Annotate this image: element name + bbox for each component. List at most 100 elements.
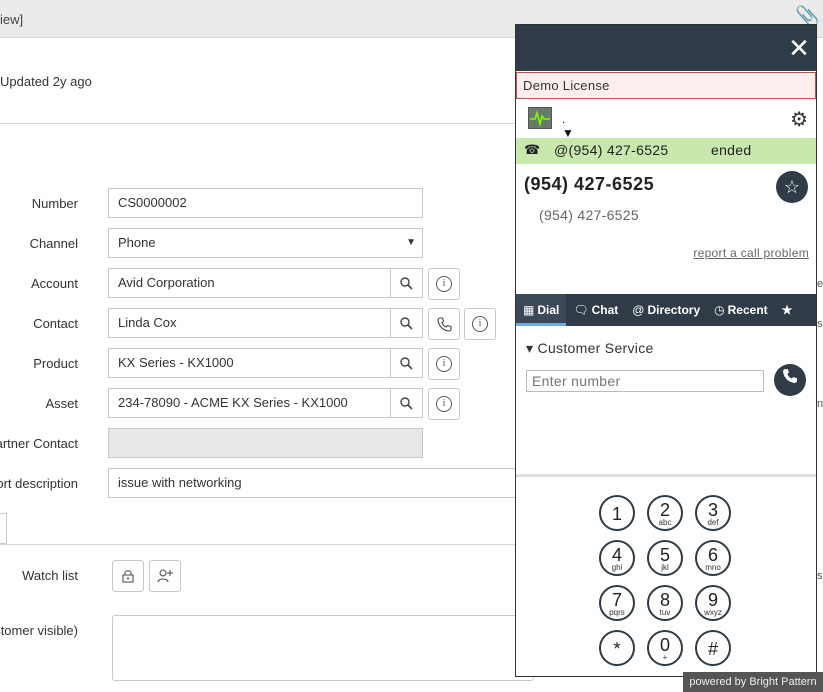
status-indicator: . (562, 112, 566, 126)
phone-icon (436, 316, 452, 332)
info-icon: i (436, 356, 452, 372)
info-icon: i (436, 396, 452, 412)
search-icon (400, 396, 413, 410)
key-letters: ghi (611, 563, 623, 572)
add-user-icon (157, 569, 173, 583)
gear-icon[interactable]: ⚙ (790, 107, 808, 132)
account-info-button[interactable]: i (428, 268, 460, 300)
phone-icon (783, 369, 797, 383)
breadcrumb: iew] (0, 12, 24, 27)
cut-text: s (817, 570, 823, 582)
service-selector[interactable]: ▾ Customer Service (526, 340, 654, 357)
comments-textarea[interactable] (112, 615, 534, 681)
close-icon[interactable]: ✕ (786, 35, 812, 61)
status-dropdown[interactable]: . ▼ (562, 112, 574, 140)
search-icon (400, 316, 413, 330)
short-description-label: ort description (0, 476, 78, 491)
comments-label: ustomer visible) (0, 623, 78, 638)
at-icon: @ (632, 303, 645, 317)
tab-chat[interactable]: 🗨 Chat (566, 294, 625, 326)
divider (0, 544, 540, 545)
contact-call-button[interactable] (428, 308, 460, 340)
contact-lookup-button[interactable] (390, 308, 423, 338)
call-status-row[interactable]: ☎ @(954) 427-6525 ended (516, 138, 816, 164)
account-field[interactable]: Avid Corporation (108, 268, 391, 298)
key-digit: 6 (707, 545, 718, 565)
caller-number: (954) 427-6525 (524, 174, 655, 194)
key-digit: 7 (611, 590, 622, 610)
key-digit: 4 (611, 545, 622, 565)
key-digit: 8 (659, 590, 670, 610)
watch-list-label: Watch list (22, 568, 78, 583)
tab-recent[interactable]: ◷ Recent (707, 294, 775, 326)
tab-directory[interactable]: @ Directory (625, 294, 707, 326)
dial-call-button[interactable] (774, 364, 806, 396)
key-digit: 0 (659, 635, 670, 655)
updated-text: Updated 2y ago (0, 74, 92, 89)
agent-status-row: . ▼ ⚙ (516, 99, 816, 140)
asset-label: Asset (45, 396, 78, 411)
key-digit: 3 (707, 500, 718, 520)
add-watcher-button[interactable] (149, 560, 181, 592)
key-3[interactable]: 3 def (695, 495, 731, 531)
clock-icon: ◷ (714, 303, 725, 317)
softphone-panel: ✕ Demo License . ▼ ⚙ ☎ @(954) 427-6525 en… (515, 24, 817, 677)
key-letters: mno (705, 563, 721, 572)
divider (0, 123, 540, 124)
section-tab[interactable] (0, 513, 7, 544)
key-9[interactable]: 9 wxyz (695, 585, 731, 621)
key-2[interactable]: 2 abc (647, 495, 683, 531)
key-digit: 5 (659, 545, 670, 565)
key-1[interactable]: 1 (599, 495, 635, 531)
tab-favorites[interactable]: ★ (775, 294, 800, 326)
contact-info-button[interactable]: i (464, 308, 496, 340)
key-6[interactable]: 6 mno (695, 540, 731, 576)
short-description-field[interactable]: issue with networking (108, 468, 528, 498)
key-5[interactable]: 5 jkl (647, 540, 683, 576)
key-7[interactable]: 7 pqrs (599, 585, 635, 621)
channel-label: Channel (29, 236, 78, 251)
key-digit: 9 (707, 590, 718, 610)
key-4[interactable]: 4 ghi (599, 540, 635, 576)
watch-list-lock-button[interactable] (112, 560, 144, 592)
star-icon[interactable]: ☆ (776, 171, 808, 203)
asset-info-button[interactable]: i (428, 388, 460, 420)
telephone-icon: ☎ (524, 142, 541, 157)
dial-pane: ▾ Customer Service (516, 326, 816, 477)
product-lookup-button[interactable] (390, 348, 423, 378)
product-field[interactable]: KX Series - KX1000 (108, 348, 391, 378)
key-digit: 2 (659, 500, 670, 520)
key-letters: def (707, 518, 719, 527)
asset-field[interactable]: 234-78090 - ACME KX Series - KX1000 (108, 388, 391, 418)
key-digit: # (707, 639, 718, 659)
agent-status-icon[interactable] (528, 107, 552, 129)
product-info-button[interactable]: i (428, 348, 460, 380)
key-letters: abc (658, 518, 672, 527)
keypad-icon: ▦ (523, 303, 535, 317)
key-star[interactable]: * (599, 630, 635, 666)
number-field[interactable]: CS0000002 (108, 188, 423, 218)
cut-text: e (817, 278, 823, 290)
channel-select[interactable]: Phone ▼ (108, 228, 423, 258)
account-lookup-button[interactable] (390, 268, 423, 298)
softphone-tabs: ▦ Dial 🗨 Chat @ Directory ◷ Recent ★ (516, 294, 816, 326)
report-call-problem-link[interactable]: report a call problem (693, 246, 809, 260)
lock-icon (122, 570, 134, 583)
cut-text: nt (817, 398, 823, 410)
number-input[interactable] (526, 370, 764, 392)
key-letters: + (662, 653, 668, 662)
tab-dial[interactable]: ▦ Dial (516, 294, 567, 326)
contact-label: Contact (33, 316, 78, 331)
key-0[interactable]: 0 + (647, 630, 683, 666)
key-8[interactable]: 8 tuv (647, 585, 683, 621)
license-banner: Demo License (516, 72, 816, 99)
contact-field[interactable]: Linda Cox (108, 308, 391, 338)
key-letters: jkl (661, 563, 669, 572)
caller-number-secondary: (954) 427-6525 (539, 207, 639, 223)
star-icon: ★ (781, 303, 793, 317)
key-hash[interactable]: # (695, 630, 731, 666)
channel-value: Phone (118, 235, 156, 250)
asset-lookup-button[interactable] (390, 388, 423, 418)
number-label: Number (31, 196, 78, 211)
account-label: Account (31, 276, 78, 291)
